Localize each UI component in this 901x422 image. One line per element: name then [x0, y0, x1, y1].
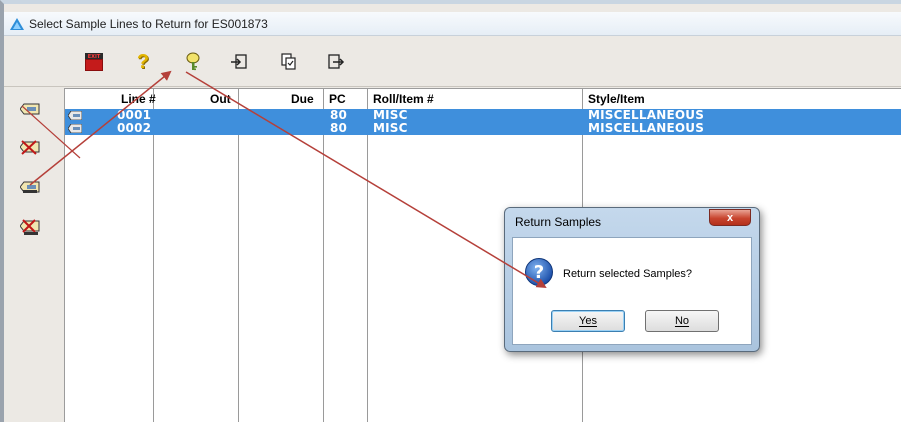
- tag-print-icon: [20, 219, 40, 235]
- return-samples-dialog: Return Samples x ? Return selected Sampl…: [504, 207, 760, 352]
- column-divider: [367, 89, 368, 422]
- table-row[interactable]: 0002 80 MISC MISCELLANEOUS: [65, 122, 901, 135]
- tag-delete-icon: [20, 140, 40, 155]
- dialog-body: ? Return selected Samples? Yes No: [512, 237, 752, 345]
- no-button[interactable]: No: [645, 310, 719, 332]
- header-out[interactable]: Out: [210, 92, 231, 106]
- header-due[interactable]: Due: [291, 92, 314, 106]
- tag-print-button[interactable]: [18, 216, 42, 238]
- key-button[interactable]: [182, 51, 204, 73]
- dialog-title: Return Samples: [515, 215, 602, 229]
- sample-tag-icon: [68, 124, 82, 133]
- toolbar: EXIT ?: [4, 37, 901, 87]
- column-divider: [238, 89, 239, 422]
- close-icon: x: [726, 211, 734, 224]
- no-button-label: No: [674, 315, 690, 327]
- header-roll-item[interactable]: Roll/Item #: [373, 92, 434, 106]
- copy-button[interactable]: [277, 51, 299, 73]
- window-title: Select Sample Lines to Return for ES0018…: [29, 16, 268, 31]
- help-button[interactable]: ?: [132, 51, 154, 73]
- column-divider: [153, 89, 154, 422]
- header-style-item[interactable]: Style/Item: [588, 92, 645, 106]
- app-window: Select Sample Lines to Return for ES0018…: [0, 0, 901, 422]
- copy-icon: [281, 53, 296, 70]
- question-icon: ?: [525, 258, 553, 286]
- export-icon: [328, 54, 345, 69]
- yes-button-label: Yes: [579, 315, 597, 327]
- export-button[interactable]: [325, 51, 347, 73]
- exit-button[interactable]: EXIT: [83, 51, 105, 73]
- column-divider: [323, 89, 324, 422]
- dialog-close-button[interactable]: x: [709, 209, 751, 226]
- cell-roll-item: MISC: [373, 121, 408, 135]
- tag-return-button[interactable]: [18, 176, 42, 198]
- help-icon: ?: [136, 50, 150, 73]
- sample-tag-icon: [68, 111, 82, 120]
- svg-text:?: ?: [534, 262, 544, 283]
- key-icon: [186, 52, 200, 71]
- tag-return-icon: [20, 181, 40, 193]
- import-icon: [231, 54, 247, 69]
- dialog-message: Return selected Samples?: [563, 268, 693, 280]
- sample-lines-grid: Line # Out Due PC Roll/Item # Style/Item…: [64, 88, 901, 422]
- tag-icon: [20, 103, 40, 115]
- header-pc[interactable]: PC: [329, 92, 346, 106]
- sidebar: [4, 88, 60, 422]
- cell-pc: 80: [330, 121, 348, 135]
- tag-button[interactable]: [18, 98, 42, 120]
- import-button[interactable]: [228, 51, 250, 73]
- cell-line: 0002: [117, 121, 152, 135]
- tag-delete-button[interactable]: [18, 136, 42, 158]
- table-row[interactable]: 0001 80 MISC MISCELLANEOUS: [65, 109, 901, 122]
- cell-style-item: MISCELLANEOUS: [588, 121, 705, 135]
- header-line[interactable]: Line #: [121, 92, 156, 106]
- app-logo-icon: [10, 17, 24, 30]
- title-bar: Select Sample Lines to Return for ES0018…: [4, 12, 901, 36]
- exit-label: EXIT: [88, 54, 101, 60]
- yes-button[interactable]: Yes: [551, 310, 625, 332]
- exit-icon: EXIT: [85, 53, 103, 71]
